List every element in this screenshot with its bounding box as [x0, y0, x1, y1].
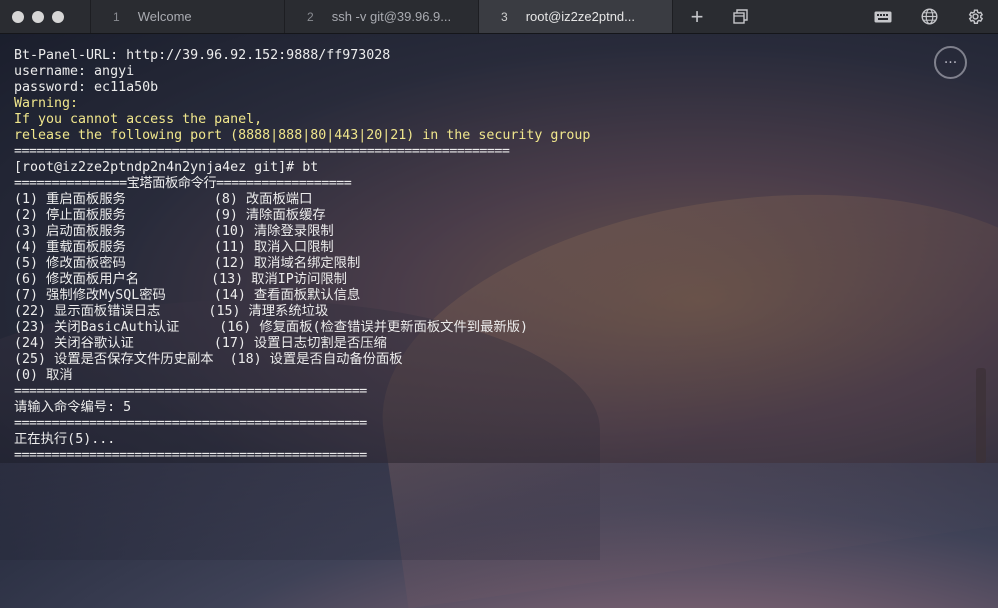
- prompt-line: [root@iz2ze2ptndp2n4n2ynja4ez git]# bt: [14, 160, 319, 175]
- menu-option-row: (4) 重载面板服务 (11) 取消入口限制: [14, 240, 334, 255]
- tab-number: 3: [501, 9, 508, 24]
- menu-option-row: (23) 关闭BasicAuth认证 (16) 修复面板(检查错误并更新面板文件…: [14, 320, 528, 335]
- warning-line: If you cannot access the panel,: [14, 112, 263, 127]
- menu-option-row: (0) 取消: [14, 368, 73, 383]
- status-line: 正在执行(5)...: [14, 432, 116, 447]
- tab-number: 2: [307, 9, 314, 24]
- windows-icon: [733, 8, 748, 24]
- globe-icon: [920, 8, 938, 25]
- menu-option-row: (5) 修改面板密码 (12) 取消域名绑定限制: [14, 256, 361, 271]
- close-window-button[interactable]: [12, 10, 24, 23]
- separator-line: ========================================…: [14, 384, 367, 399]
- tab-bar: 1 Welcome 2 ssh -v git@39.96.9... 3 root…: [0, 0, 998, 34]
- terminal-output[interactable]: Bt-Panel-URL: http://39.96.92.152:9888/f…: [14, 48, 968, 464]
- window-controls: [0, 0, 90, 33]
- separator-line: ========================================…: [14, 416, 367, 431]
- menu-option-row: (1) 重启面板服务 (8) 改面板端口: [14, 192, 313, 207]
- terminal-line: password: ec11a50b: [14, 80, 159, 95]
- split-view-button[interactable]: [721, 0, 761, 33]
- keyboard-icon: [874, 11, 892, 22]
- terminal-line: username: angyi: [14, 64, 135, 79]
- keyboard-button[interactable]: [860, 0, 906, 33]
- plus-icon: +: [690, 3, 704, 29]
- tab-number: 1: [113, 9, 120, 24]
- terminal-line: Bt-Panel-URL: http://39.96.92.152:9888/f…: [14, 48, 391, 63]
- scrollbar-thumb[interactable]: [976, 368, 986, 463]
- separator-line: ========================================…: [14, 448, 367, 463]
- tab-root-session[interactable]: 3 root@iz2ze2ptnd...: [478, 0, 672, 33]
- menu-option-row: (25) 设置是否保存文件历史副本 (18) 设置是否自动备份面板: [14, 352, 403, 367]
- menu-option-row: (7) 强制修改MySQL密码 (14) 查看面板默认信息: [14, 288, 361, 303]
- tab-label: root@iz2ze2ptnd...: [525, 9, 636, 24]
- globe-button[interactable]: [906, 0, 952, 33]
- tab-ssh[interactable]: 2 ssh -v git@39.96.9...: [284, 0, 478, 33]
- input-prompt-line: 请输入命令编号: 5: [14, 400, 132, 415]
- menu-option-row: (24) 关闭谷歌认证 (17) 设置日志切割是否压缩: [14, 336, 387, 351]
- menu-option-row: (3) 启动面板服务 (10) 清除登录限制: [14, 224, 334, 239]
- menu-option-row: (2) 停止面板服务 (9) 清除面板缓存: [14, 208, 326, 223]
- warning-line: release the following port (8888|888|80|…: [14, 128, 591, 143]
- new-tab-button[interactable]: +: [672, 0, 721, 33]
- menu-header: ===============宝塔面板命令行==================: [14, 176, 352, 191]
- zoom-window-button[interactable]: [52, 10, 64, 23]
- tab-label: ssh -v git@39.96.9...: [331, 9, 452, 24]
- warning-line: Warning:: [14, 96, 79, 111]
- settings-button[interactable]: [952, 0, 998, 33]
- tab-label: Welcome: [137, 9, 192, 24]
- menu-option-row: (22) 显示面板错误日志 (15) 清理系统垃圾: [14, 304, 329, 319]
- minimize-window-button[interactable]: [32, 10, 44, 23]
- gear-icon: [968, 9, 983, 24]
- tab-welcome[interactable]: 1 Welcome: [90, 0, 284, 33]
- menu-option-row: (6) 修改面板用户名 (13) 取消IP访问限制: [14, 272, 347, 287]
- separator-line: ========================================…: [14, 144, 510, 159]
